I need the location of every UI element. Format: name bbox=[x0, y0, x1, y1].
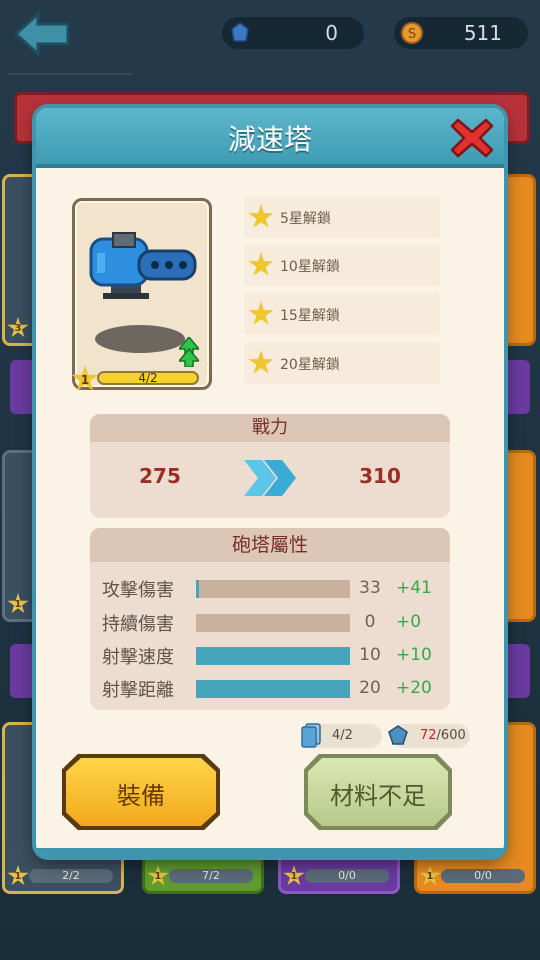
insufficient-button-label: 材料不足 bbox=[330, 782, 426, 810]
attribute-name: 射擊速度 bbox=[102, 647, 174, 668]
back-arrow-icon[interactable] bbox=[14, 12, 72, 56]
attribute-row: 持續傷害 0 +0 bbox=[90, 608, 450, 638]
dialog-title: 減速塔 bbox=[227, 123, 312, 156]
upgrade-arrow-icon bbox=[179, 337, 199, 367]
attribute-row: 攻擊傷害 33 +41 bbox=[90, 574, 450, 604]
gem-icon bbox=[231, 22, 249, 42]
attribute-name: 持續傷害 bbox=[102, 614, 174, 635]
attribute-bar-fill bbox=[196, 680, 350, 698]
attribute-bar bbox=[196, 614, 350, 632]
close-icon[interactable] bbox=[450, 116, 494, 160]
svg-text:S: S bbox=[408, 27, 416, 42]
unlock-label: 15星解鎖 bbox=[280, 308, 340, 324]
unlock-item: 20星解鎖 bbox=[244, 342, 440, 384]
gem-count: 0 bbox=[325, 21, 338, 45]
unlock-label: 5星解鎖 bbox=[280, 211, 331, 227]
insufficient-materials-button[interactable]: 材料不足 bbox=[304, 754, 452, 830]
star-icon bbox=[248, 204, 274, 228]
star-icon bbox=[248, 350, 274, 374]
bg-card-progress: 0/0 bbox=[305, 869, 389, 883]
attribute-value: 0 bbox=[364, 612, 376, 632]
unlock-item: 5星解鎖 bbox=[244, 196, 440, 238]
turret-shadow bbox=[95, 325, 185, 353]
unlock-label: 10星解鎖 bbox=[280, 259, 340, 275]
power-header: 戰力 bbox=[90, 414, 450, 442]
attribute-row: 射擊速度 10 +10 bbox=[90, 641, 450, 671]
turret-detail-dialog: 減速塔 4/2 1 5星解鎖 10星解鎖 15星解鎖 20星解鎖 戰力 275 … bbox=[36, 108, 504, 856]
card-progress-bar: 4/2 bbox=[97, 371, 199, 385]
bg-card-star: 1 bbox=[7, 865, 29, 886]
attribute-bar bbox=[196, 647, 350, 665]
star-icon bbox=[248, 252, 274, 276]
bg-card-progress: 7/2 bbox=[169, 869, 253, 883]
attribute-bonus: +0 bbox=[396, 612, 422, 632]
attribute-bar-fill bbox=[196, 580, 200, 598]
attributes-panel: 砲塔屬性 攻擊傷害 33 +41 持續傷害 0 +0 射擊速度 10 +10 射… bbox=[90, 528, 450, 710]
attribute-value: 20 bbox=[359, 678, 381, 698]
attribute-row: 射擊距離 20 +20 bbox=[90, 674, 450, 704]
star-icon bbox=[248, 301, 274, 325]
attribute-value: 10 bbox=[359, 645, 381, 665]
equip-button[interactable]: 裝備 bbox=[62, 754, 220, 830]
card-count: 4/2 bbox=[332, 728, 353, 743]
attribute-bar-fill bbox=[196, 647, 350, 665]
slow-turret-icon bbox=[89, 232, 197, 299]
coin-counter: S 511 bbox=[394, 17, 528, 49]
gems-owned: 72 bbox=[420, 728, 437, 743]
gem-icon bbox=[388, 725, 408, 745]
attribute-bonus: +10 bbox=[396, 645, 432, 665]
card-icon bbox=[301, 723, 321, 748]
top-bar: 0 S 511 bbox=[0, 0, 540, 70]
dialog-bottom-border bbox=[36, 848, 504, 856]
gems-required: /600 bbox=[436, 728, 466, 743]
attribute-bonus: +41 bbox=[396, 578, 432, 598]
coin-count: 511 bbox=[463, 21, 502, 45]
coin-icon: S bbox=[401, 22, 423, 44]
bg-card-star: 1 bbox=[419, 865, 441, 886]
bg-card-star: 1 bbox=[7, 593, 29, 614]
bg-card-star: 1 bbox=[283, 865, 305, 886]
divider bbox=[8, 73, 132, 75]
bg-card-progress: 0/0 bbox=[441, 869, 525, 883]
turret-card[interactable]: 4/2 1 bbox=[71, 198, 212, 391]
next-power: 310 bbox=[359, 464, 401, 488]
bg-card-star: 3 bbox=[7, 317, 29, 338]
bg-card-star: 1 bbox=[147, 865, 169, 886]
bg-card-progress: 2/2 bbox=[29, 869, 113, 883]
unlock-item: 15星解鎖 bbox=[244, 293, 440, 335]
double-chevron-right-icon bbox=[244, 460, 296, 496]
equip-button-label: 裝備 bbox=[117, 782, 165, 810]
attribute-value: 33 bbox=[359, 578, 381, 598]
attribute-bar bbox=[196, 680, 350, 698]
attribute-name: 攻擊傷害 bbox=[102, 580, 174, 601]
gem-cost-pill: 72/600 bbox=[388, 724, 470, 748]
attributes-header: 砲塔屬性 bbox=[90, 528, 450, 562]
dialog-header: 減速塔 bbox=[36, 108, 504, 168]
unlock-item: 10星解鎖 bbox=[244, 244, 440, 286]
level-star-icon: 1 bbox=[71, 365, 99, 391]
attribute-name: 射擊距離 bbox=[102, 680, 174, 701]
card-count-pill: 4/2 bbox=[301, 723, 382, 748]
current-power: 275 bbox=[139, 464, 181, 488]
unlock-label: 20星解鎖 bbox=[280, 357, 340, 373]
gem-counter: 0 bbox=[222, 17, 364, 49]
attribute-bar bbox=[196, 580, 350, 598]
power-panel: 戰力 275 310 bbox=[90, 414, 450, 518]
attribute-bonus: +20 bbox=[396, 678, 432, 698]
